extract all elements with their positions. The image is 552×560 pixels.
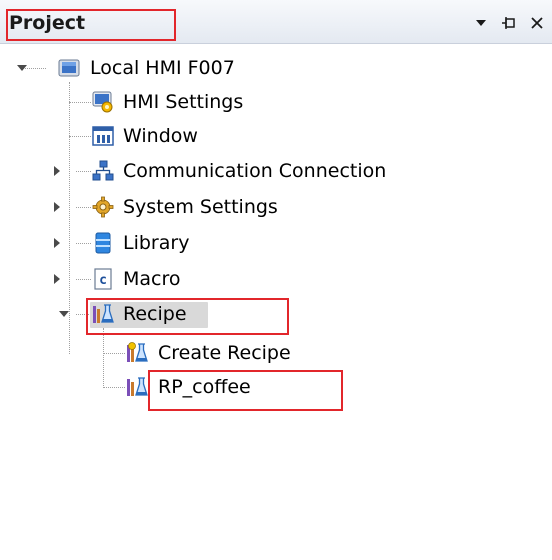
tree-item-label: Local HMI F007: [90, 57, 235, 79]
tree-item-label: Create Recipe: [158, 342, 291, 364]
tree-item-local-hmi[interactable]: Local HMI F007: [0, 51, 552, 85]
tree-item-hmi-settings[interactable]: HMI Settings: [0, 85, 552, 119]
collapse-arrow-icon[interactable]: [15, 61, 29, 75]
hmi-settings-icon: [92, 91, 114, 113]
network-icon: [92, 160, 114, 182]
tree-item-system-settings[interactable]: System Settings: [0, 190, 552, 224]
expand-arrow-icon[interactable]: [50, 236, 64, 250]
close-icon[interactable]: [528, 14, 546, 32]
collapse-arrow-icon[interactable]: [57, 307, 71, 321]
svg-text:c: c: [99, 273, 107, 288]
pin-icon[interactable]: [500, 14, 518, 32]
tree-item-create-recipe[interactable]: Create Recipe: [0, 336, 552, 370]
expand-arrow-icon[interactable]: [50, 200, 64, 214]
tree-item-label: Library: [123, 232, 190, 254]
macro-icon: c: [92, 268, 114, 290]
tree-item-label: HMI Settings: [123, 91, 244, 113]
expand-arrow-icon[interactable]: [50, 164, 64, 178]
tree-item-window[interactable]: Window: [0, 119, 552, 153]
monitor-icon: [58, 57, 80, 79]
library-icon: [92, 232, 114, 254]
tree-item-label: Macro: [123, 268, 181, 290]
recipe-item-icon: [126, 376, 148, 398]
tree-item-label: Window: [123, 125, 198, 147]
tree-item-communication-connection[interactable]: Communication Connection: [0, 154, 552, 188]
panel-header-buttons: [472, 12, 546, 34]
title-highlight-box: [6, 9, 176, 41]
tree-item-library[interactable]: Library: [0, 226, 552, 260]
tree-item-macro[interactable]: c Macro: [0, 262, 552, 296]
dropdown-icon[interactable]: [472, 14, 490, 32]
tree-item-label: Communication Connection: [123, 160, 387, 182]
recipe-highlight-box: [86, 298, 289, 335]
tree-item-label: System Settings: [123, 196, 278, 218]
create-recipe-icon: [126, 342, 148, 364]
window-icon: [92, 125, 114, 147]
rp-coffee-highlight-box: [148, 370, 343, 411]
expand-arrow-icon[interactable]: [50, 272, 64, 286]
gear-icon: [92, 196, 114, 218]
